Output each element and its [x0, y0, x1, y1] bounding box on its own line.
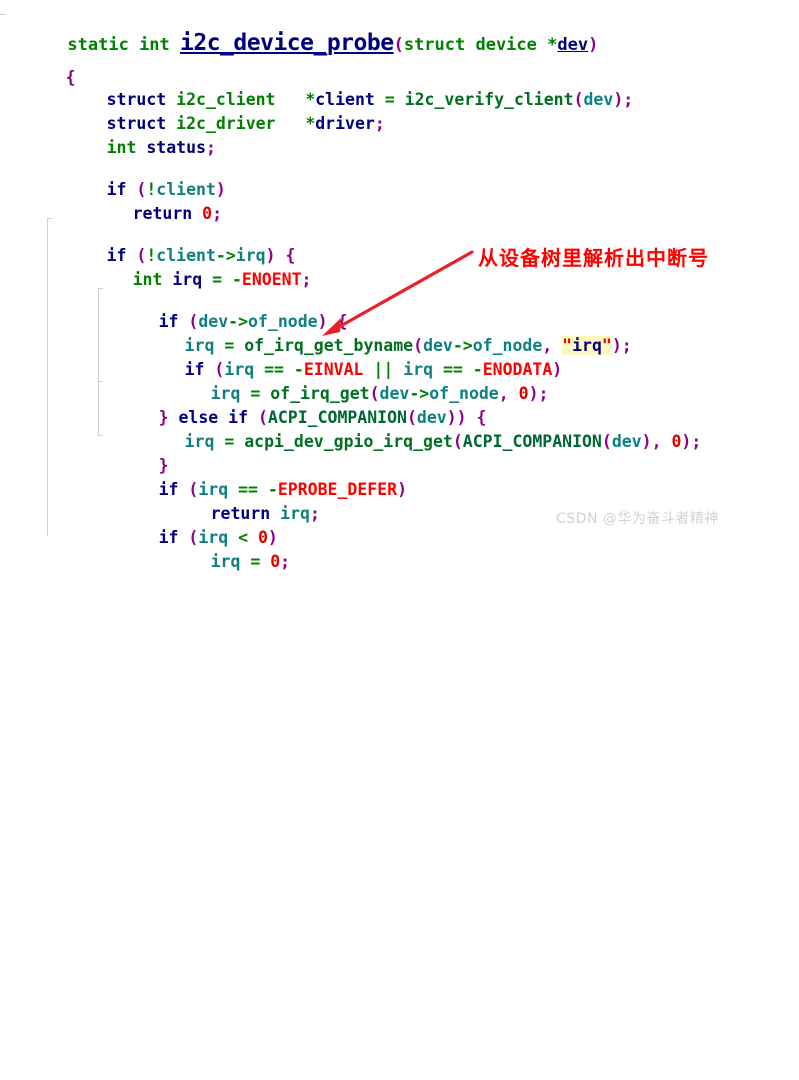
annotation-text: 从设备树里解析出中断号: [478, 246, 709, 270]
token-comma-16: ,: [498, 384, 519, 403]
token-star: *: [547, 35, 558, 55]
token-ident-irq-21: irq: [280, 504, 310, 523]
token-string-quote-close: ": [601, 336, 612, 355]
token-semicolon-23: ;: [280, 552, 291, 571]
token-paren-close-15: ): [552, 360, 563, 379]
token-assign-3: =: [384, 90, 405, 109]
token-semicolon-21: ;: [309, 504, 320, 523]
token-comma-18: ,: [651, 432, 672, 451]
token-paren-close-18b: ): [641, 432, 652, 451]
token-arg-dev-3: dev: [583, 90, 614, 109]
token-paren-open-3: (: [573, 90, 584, 109]
token-assign-18: =: [224, 432, 245, 451]
token-ident-irq-23: irq: [210, 552, 251, 571]
token-function-i2c-device-probe: i2c_device_probe: [180, 30, 394, 56]
token-ident-irq-18: irq: [184, 432, 225, 451]
token-paren-open-18b: (: [601, 432, 612, 451]
token-string-irq: irq: [572, 336, 602, 355]
code-line-23: irq = 0;: [151, 524, 291, 599]
token-paren-close-16: ): [528, 384, 539, 403]
token-var-driver: driver: [315, 114, 375, 133]
token-semicolon-16: ;: [538, 384, 549, 403]
token-function-i2c-verify-client: i2c_verify_client: [404, 90, 574, 109]
token-keyword-static: static int: [67, 35, 181, 55]
token-star-4: *: [305, 114, 316, 133]
token-paren-close-18: ): [681, 432, 692, 451]
token-semicolon-18: ;: [691, 432, 702, 451]
screenshot-root: static int i2c_device_probe(struct devic…: [0, 0, 799, 571]
token-number-zero-18: 0: [671, 432, 682, 451]
watermark: CSDN @华为奋斗者精神: [556, 511, 719, 527]
token-function-acpi-dev-gpio-irq-get: acpi_dev_gpio_irq_get: [244, 432, 453, 451]
token-param-dev: dev: [557, 35, 589, 55]
token-number-zero-16: 0: [518, 384, 529, 403]
token-paren-close-14: ): [611, 336, 622, 355]
token-string-quote-open: ": [562, 336, 573, 355]
token-semicolon-4: ;: [374, 114, 385, 133]
token-paren-close: ): [588, 35, 599, 55]
token-paren-open-18: (: [452, 432, 463, 451]
token-paren-close-20: ): [397, 480, 408, 499]
token-number-zero-23: 0: [270, 552, 281, 571]
token-keyword-struct: struct device: [403, 35, 548, 55]
token-semicolon-14: ;: [621, 336, 632, 355]
token-paren-open: (: [393, 35, 404, 55]
token-semicolon-3: ;: [623, 90, 634, 109]
token-ident-dev-18: dev: [611, 432, 642, 451]
token-paren-close-3: ): [613, 90, 624, 109]
token-assign-23: =: [250, 552, 271, 571]
token-macro-acpi-companion-18: ACPI_COMPANION: [462, 432, 602, 451]
